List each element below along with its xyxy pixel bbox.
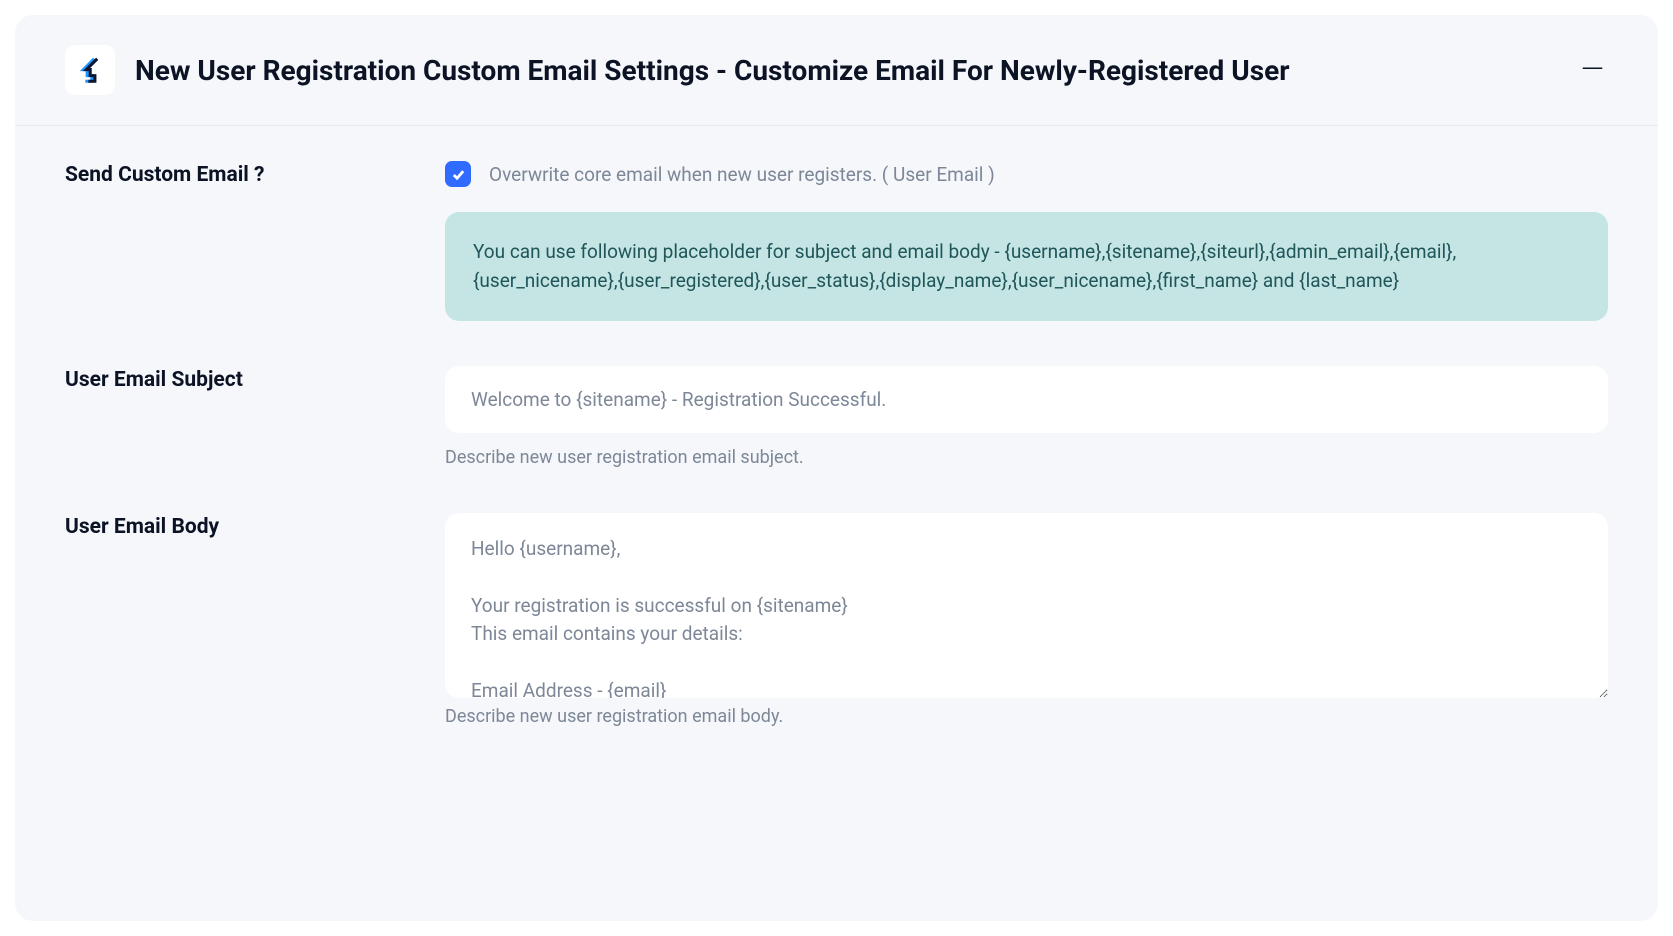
app-logo-icon: [65, 45, 115, 95]
page-title: New User Registration Custom Email Setti…: [135, 54, 1557, 87]
control-send-custom: Overwrite core email when new user regis…: [445, 161, 1608, 321]
panel-body: Send Custom Email ? Overwrite core email…: [15, 126, 1658, 777]
row-send-custom: Send Custom Email ? Overwrite core email…: [65, 161, 1608, 321]
control-body: Describe new user registration email bod…: [445, 513, 1608, 727]
label-subject: User Email Subject: [65, 366, 445, 392]
subject-helper: Describe new user registration email sub…: [445, 447, 1608, 468]
control-subject: Describe new user registration email sub…: [445, 366, 1608, 468]
panel-header: New User Registration Custom Email Setti…: [15, 15, 1658, 126]
row-subject: User Email Subject Describe new user reg…: [65, 366, 1608, 468]
send-custom-checkbox[interactable]: [445, 161, 471, 187]
label-body: User Email Body: [65, 513, 445, 539]
collapse-icon[interactable]: —: [1577, 55, 1608, 85]
settings-panel: New User Registration Custom Email Setti…: [15, 15, 1658, 921]
subject-input[interactable]: [445, 366, 1608, 433]
placeholder-info-box: You can use following placeholder for su…: [445, 212, 1608, 321]
checkbox-label-text: Overwrite core email when new user regis…: [489, 163, 995, 186]
textarea-wrap: [445, 513, 1608, 702]
body-helper: Describe new user registration email bod…: [445, 706, 1608, 727]
body-textarea[interactable]: [445, 513, 1608, 698]
checkbox-line: Overwrite core email when new user regis…: [445, 161, 1608, 187]
label-send-custom: Send Custom Email ?: [65, 161, 445, 187]
row-body: User Email Body Describe new user regist…: [65, 513, 1608, 727]
